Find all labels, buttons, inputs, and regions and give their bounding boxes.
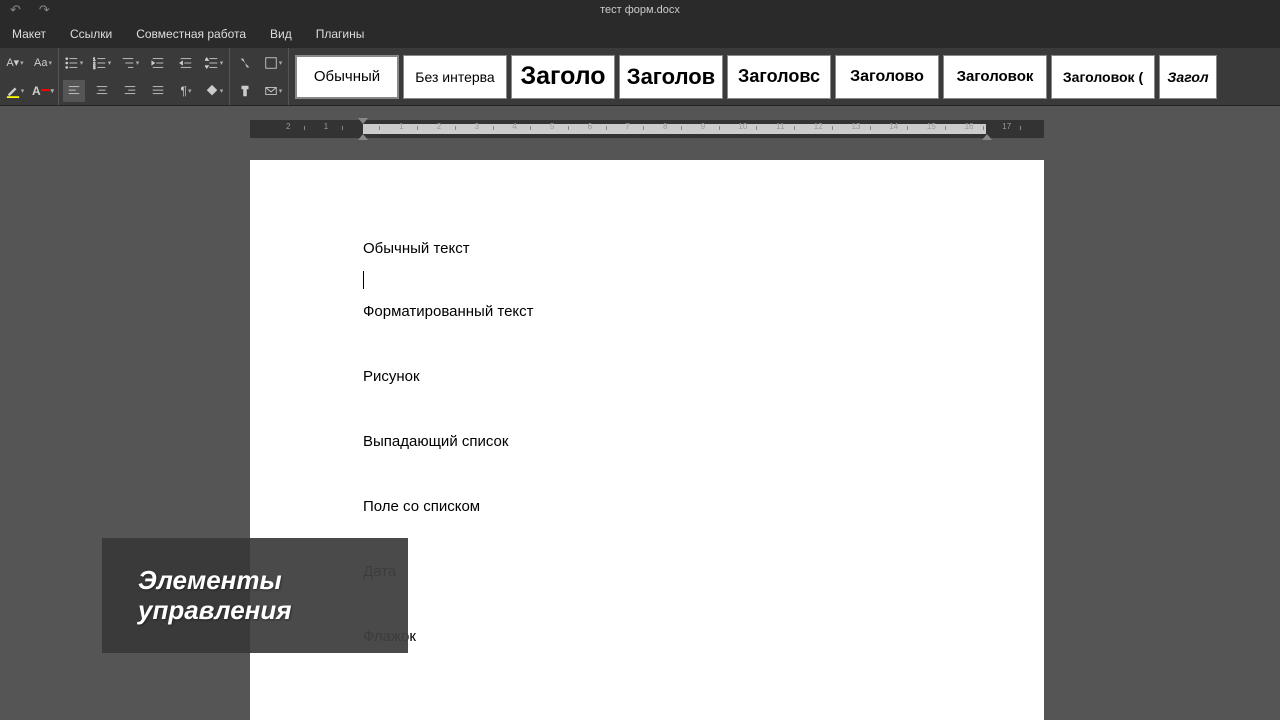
align-right-button[interactable] — [119, 80, 141, 102]
doc-text-richtext[interactable]: Форматированный текст — [363, 303, 931, 320]
menu-plugins[interactable]: Плагины — [304, 21, 377, 47]
align-center-button[interactable] — [91, 80, 113, 102]
style-option-8[interactable]: Загол — [1159, 55, 1217, 99]
doc-text-date[interactable]: Дата — [363, 563, 931, 580]
workspace: 211234567891011121314151617 Обычный текс… — [0, 106, 1280, 720]
numbering-button[interactable]: 123 — [91, 52, 113, 74]
shading-button[interactable] — [203, 80, 225, 102]
hanging-indent-marker[interactable] — [358, 134, 368, 140]
paragraph-group: 123 ¶ — [59, 48, 230, 105]
mailmerge-button[interactable] — [262, 80, 284, 102]
insert-group — [230, 48, 289, 105]
align-left-button[interactable] — [63, 80, 85, 102]
style-option-3[interactable]: Заголов — [619, 55, 723, 99]
copy-style-button[interactable] — [234, 80, 256, 102]
menu-view[interactable]: Вид — [258, 21, 304, 47]
change-case-button[interactable]: A▾ — [4, 52, 26, 74]
doc-text-combobox[interactable]: Поле со списком — [363, 498, 931, 515]
align-justify-button[interactable] — [147, 80, 169, 102]
font-group: A▾ Aa A — [0, 48, 59, 105]
toolbar: A▾ Aa A 123 ¶ — [0, 48, 1280, 106]
caption-line2: управления — [138, 596, 408, 626]
svg-text:3: 3 — [93, 65, 96, 70]
style-option-7[interactable]: Заголовок ( — [1051, 55, 1155, 99]
multilevel-button[interactable] — [119, 52, 141, 74]
doc-text-checkbox[interactable]: Флажок — [363, 628, 931, 645]
decrease-indent-button[interactable] — [147, 52, 169, 74]
style-option-1[interactable]: Без интерва — [403, 55, 507, 99]
titlebar: ↶ ↷ тест форм.docx — [0, 0, 1280, 20]
first-line-indent-marker[interactable] — [358, 118, 368, 124]
style-option-6[interactable]: Заголовок — [943, 55, 1047, 99]
undo-icon[interactable]: ↶ — [10, 2, 21, 18]
nonprinting-button[interactable]: ¶ — [175, 80, 197, 102]
font-color-button[interactable]: A — [32, 80, 54, 102]
redo-icon[interactable]: ↷ — [39, 2, 50, 18]
bullets-button[interactable] — [63, 52, 85, 74]
document-title: тест форм.docx — [600, 4, 680, 16]
font-case-button[interactable]: Aa — [32, 52, 54, 74]
menu-collaboration[interactable]: Совместная работа — [124, 21, 258, 47]
caption-overlay: Элементы управления — [102, 538, 408, 653]
horizontal-ruler[interactable]: 211234567891011121314151617 — [250, 120, 1044, 138]
doc-text-plaintext[interactable]: Обычный текст — [363, 240, 931, 257]
caption-line1: Элементы — [138, 566, 408, 596]
menubar: Макет Ссылки Совместная работа Вид Плаги… — [0, 20, 1280, 48]
menu-links[interactable]: Ссылки — [58, 21, 124, 47]
menu-layout[interactable]: Макет — [0, 21, 58, 47]
highlight-color-button[interactable] — [4, 80, 26, 102]
style-option-0[interactable]: Обычный — [295, 55, 399, 99]
doc-text-picture[interactable]: Рисунок — [363, 368, 931, 385]
doc-text-dropdown[interactable]: Выпадающий список — [363, 433, 931, 450]
increase-indent-button[interactable] — [175, 52, 197, 74]
style-option-2[interactable]: Заголо — [511, 55, 615, 99]
styles-gallery: ОбычныйБез интерваЗаголоЗаголовЗаголовсЗ… — [289, 49, 1280, 105]
style-option-5[interactable]: Заголово — [835, 55, 939, 99]
right-indent-marker[interactable] — [982, 134, 992, 140]
clear-style-button[interactable] — [234, 52, 256, 74]
style-option-4[interactable]: Заголовс — [727, 55, 831, 99]
text-cursor — [363, 271, 931, 289]
insert-shape-button[interactable] — [262, 52, 284, 74]
line-spacing-button[interactable] — [203, 52, 225, 74]
